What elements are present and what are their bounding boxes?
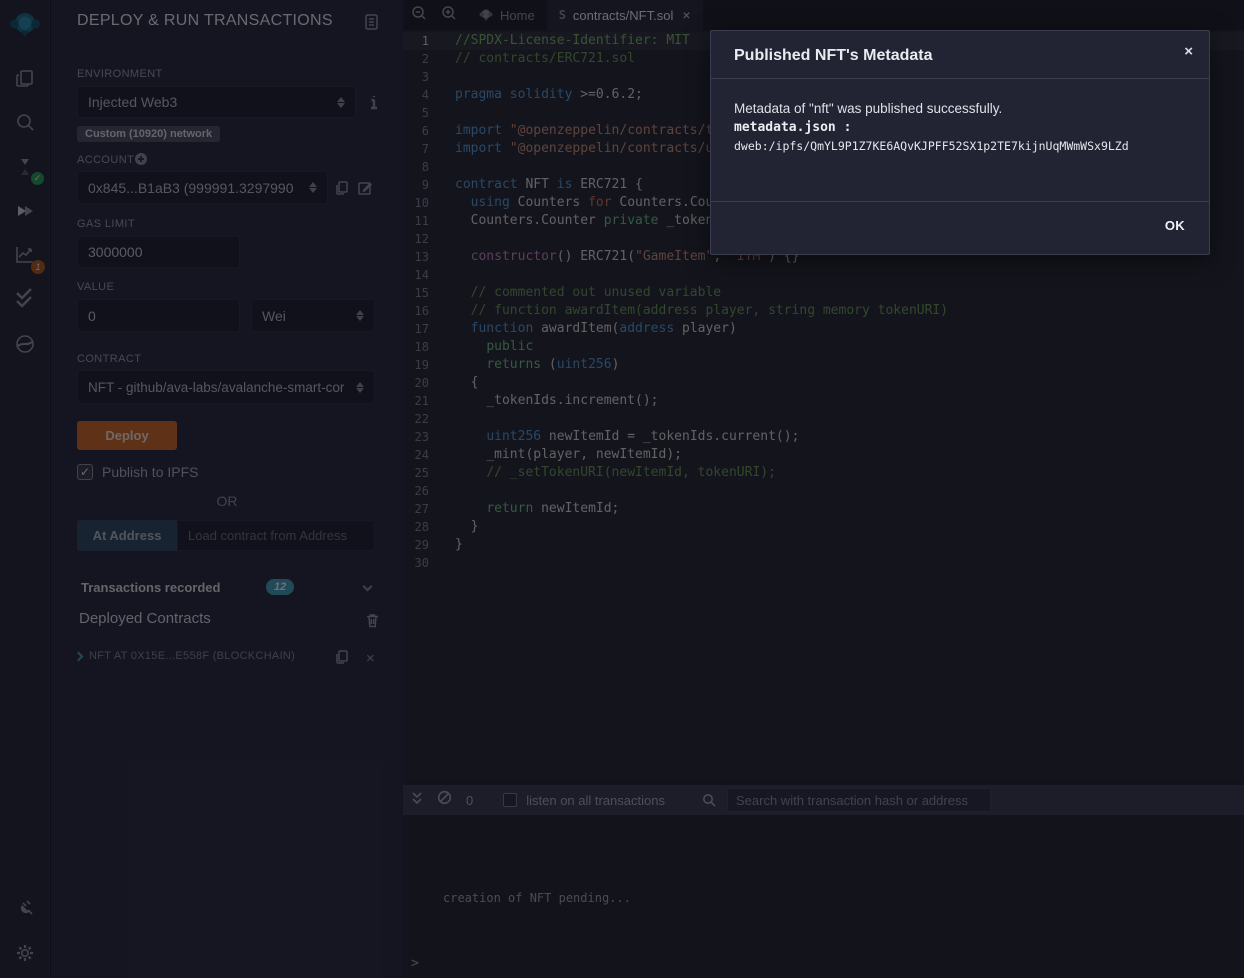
modal-header: Published NFT's Metadata ×	[711, 31, 1209, 79]
metadata-file-name: metadata.json :	[734, 120, 851, 135]
modal-footer: OK	[711, 201, 1209, 256]
published-metadata-modal: Published NFT's Metadata × Metadata of "…	[710, 30, 1210, 255]
remix-ide: ✓ 1	[0, 0, 1244, 978]
modal-message: Metadata of "nft" was published successf…	[734, 101, 1002, 116]
modal-close-icon[interactable]: ×	[1184, 43, 1193, 60]
ok-button[interactable]: OK	[1165, 218, 1185, 233]
modal-body: Metadata of "nft" was published successf…	[711, 79, 1209, 201]
ipfs-uri: dweb:/ipfs/QmYL9P1Z7KE6AQvKJPFF52SX1p2TE…	[734, 139, 1129, 153]
modal-title: Published NFT's Metadata	[734, 47, 933, 65]
